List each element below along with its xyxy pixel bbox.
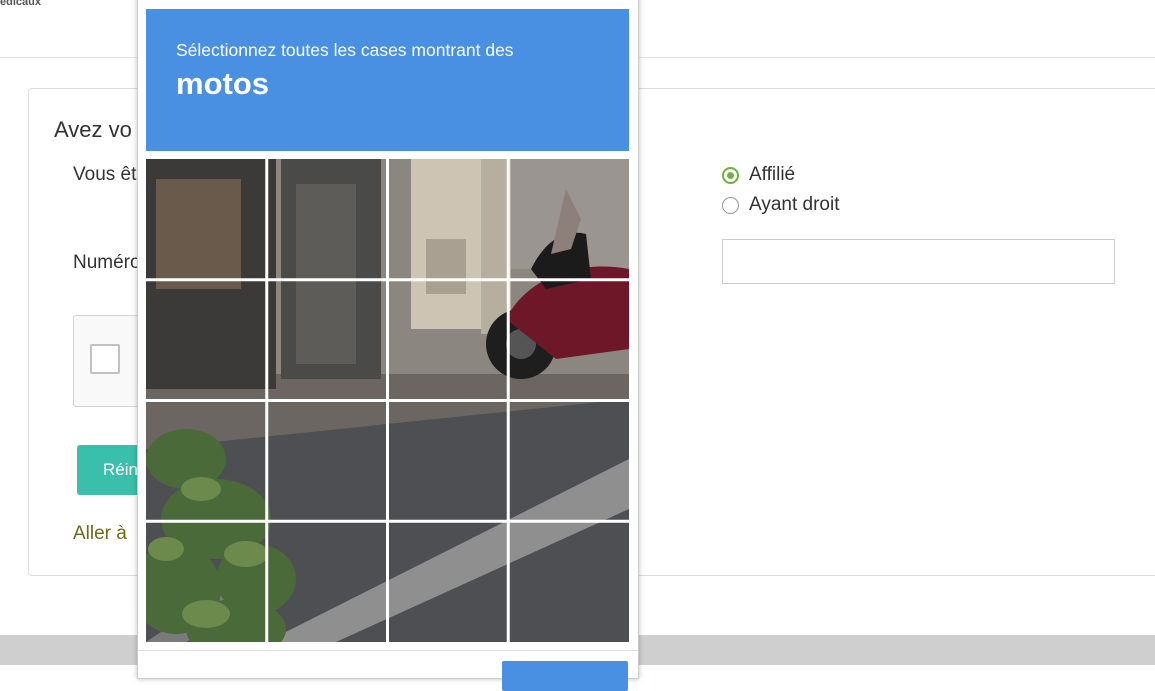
grid-tile-3-1[interactable]: [146, 401, 264, 519]
radio-button-ayant-droit[interactable]: [722, 196, 739, 214]
grid-tile-4-1[interactable]: [146, 522, 264, 640]
grid-tile-4-3[interactable]: [388, 522, 506, 640]
grid-tile-1-4[interactable]: [509, 159, 627, 277]
grid-tile-4-2[interactable]: [267, 522, 385, 640]
radio-option-affilie[interactable]: Affilié: [722, 164, 795, 186]
site-logo-text: édicaux: [0, 0, 41, 8]
grid-tile-2-4[interactable]: [509, 280, 627, 398]
grid-tile-3-2[interactable]: [267, 401, 385, 519]
challenge-target: motos: [176, 66, 269, 101]
grid-tile-3-3[interactable]: [388, 401, 506, 519]
number-input[interactable]: [722, 239, 1115, 284]
verify-button[interactable]: [502, 661, 628, 691]
grid-tile-1-2[interactable]: [267, 159, 385, 277]
radio-option-ayant-droit[interactable]: Ayant droit: [722, 194, 839, 216]
captcha-challenge-popup: Sélectionnez toutes les cases montrant d…: [137, 0, 639, 691]
radio-label-ayant-droit: Ayant droit: [749, 194, 840, 215]
recaptcha-checkbox[interactable]: [90, 344, 120, 374]
grid-tile-2-1[interactable]: [146, 280, 264, 398]
challenge-image-grid: [146, 159, 629, 642]
grid-tile-2-2[interactable]: [267, 280, 385, 398]
number-label: Numéro: [73, 252, 141, 273]
grid-tile-3-4[interactable]: [509, 401, 627, 519]
radio-label-affilie: Affilié: [749, 164, 796, 185]
challenge-header: Sélectionnez toutes les cases montrant d…: [146, 9, 629, 151]
grid-tile-2-3[interactable]: [388, 280, 506, 398]
radio-button-affilie[interactable]: [722, 166, 739, 184]
status-label: Vous êt: [73, 164, 137, 185]
grid-tile-1-3[interactable]: [388, 159, 506, 277]
challenge-footer-divider: [138, 650, 638, 651]
goto-link[interactable]: Aller à: [73, 523, 127, 545]
form-title: Avez vo: [54, 117, 132, 142]
challenge-instruction: Sélectionnez toutes les cases montrant d…: [176, 40, 514, 60]
grid-tile-1-1[interactable]: [146, 159, 264, 277]
grid-tile-4-4[interactable]: [509, 522, 627, 640]
